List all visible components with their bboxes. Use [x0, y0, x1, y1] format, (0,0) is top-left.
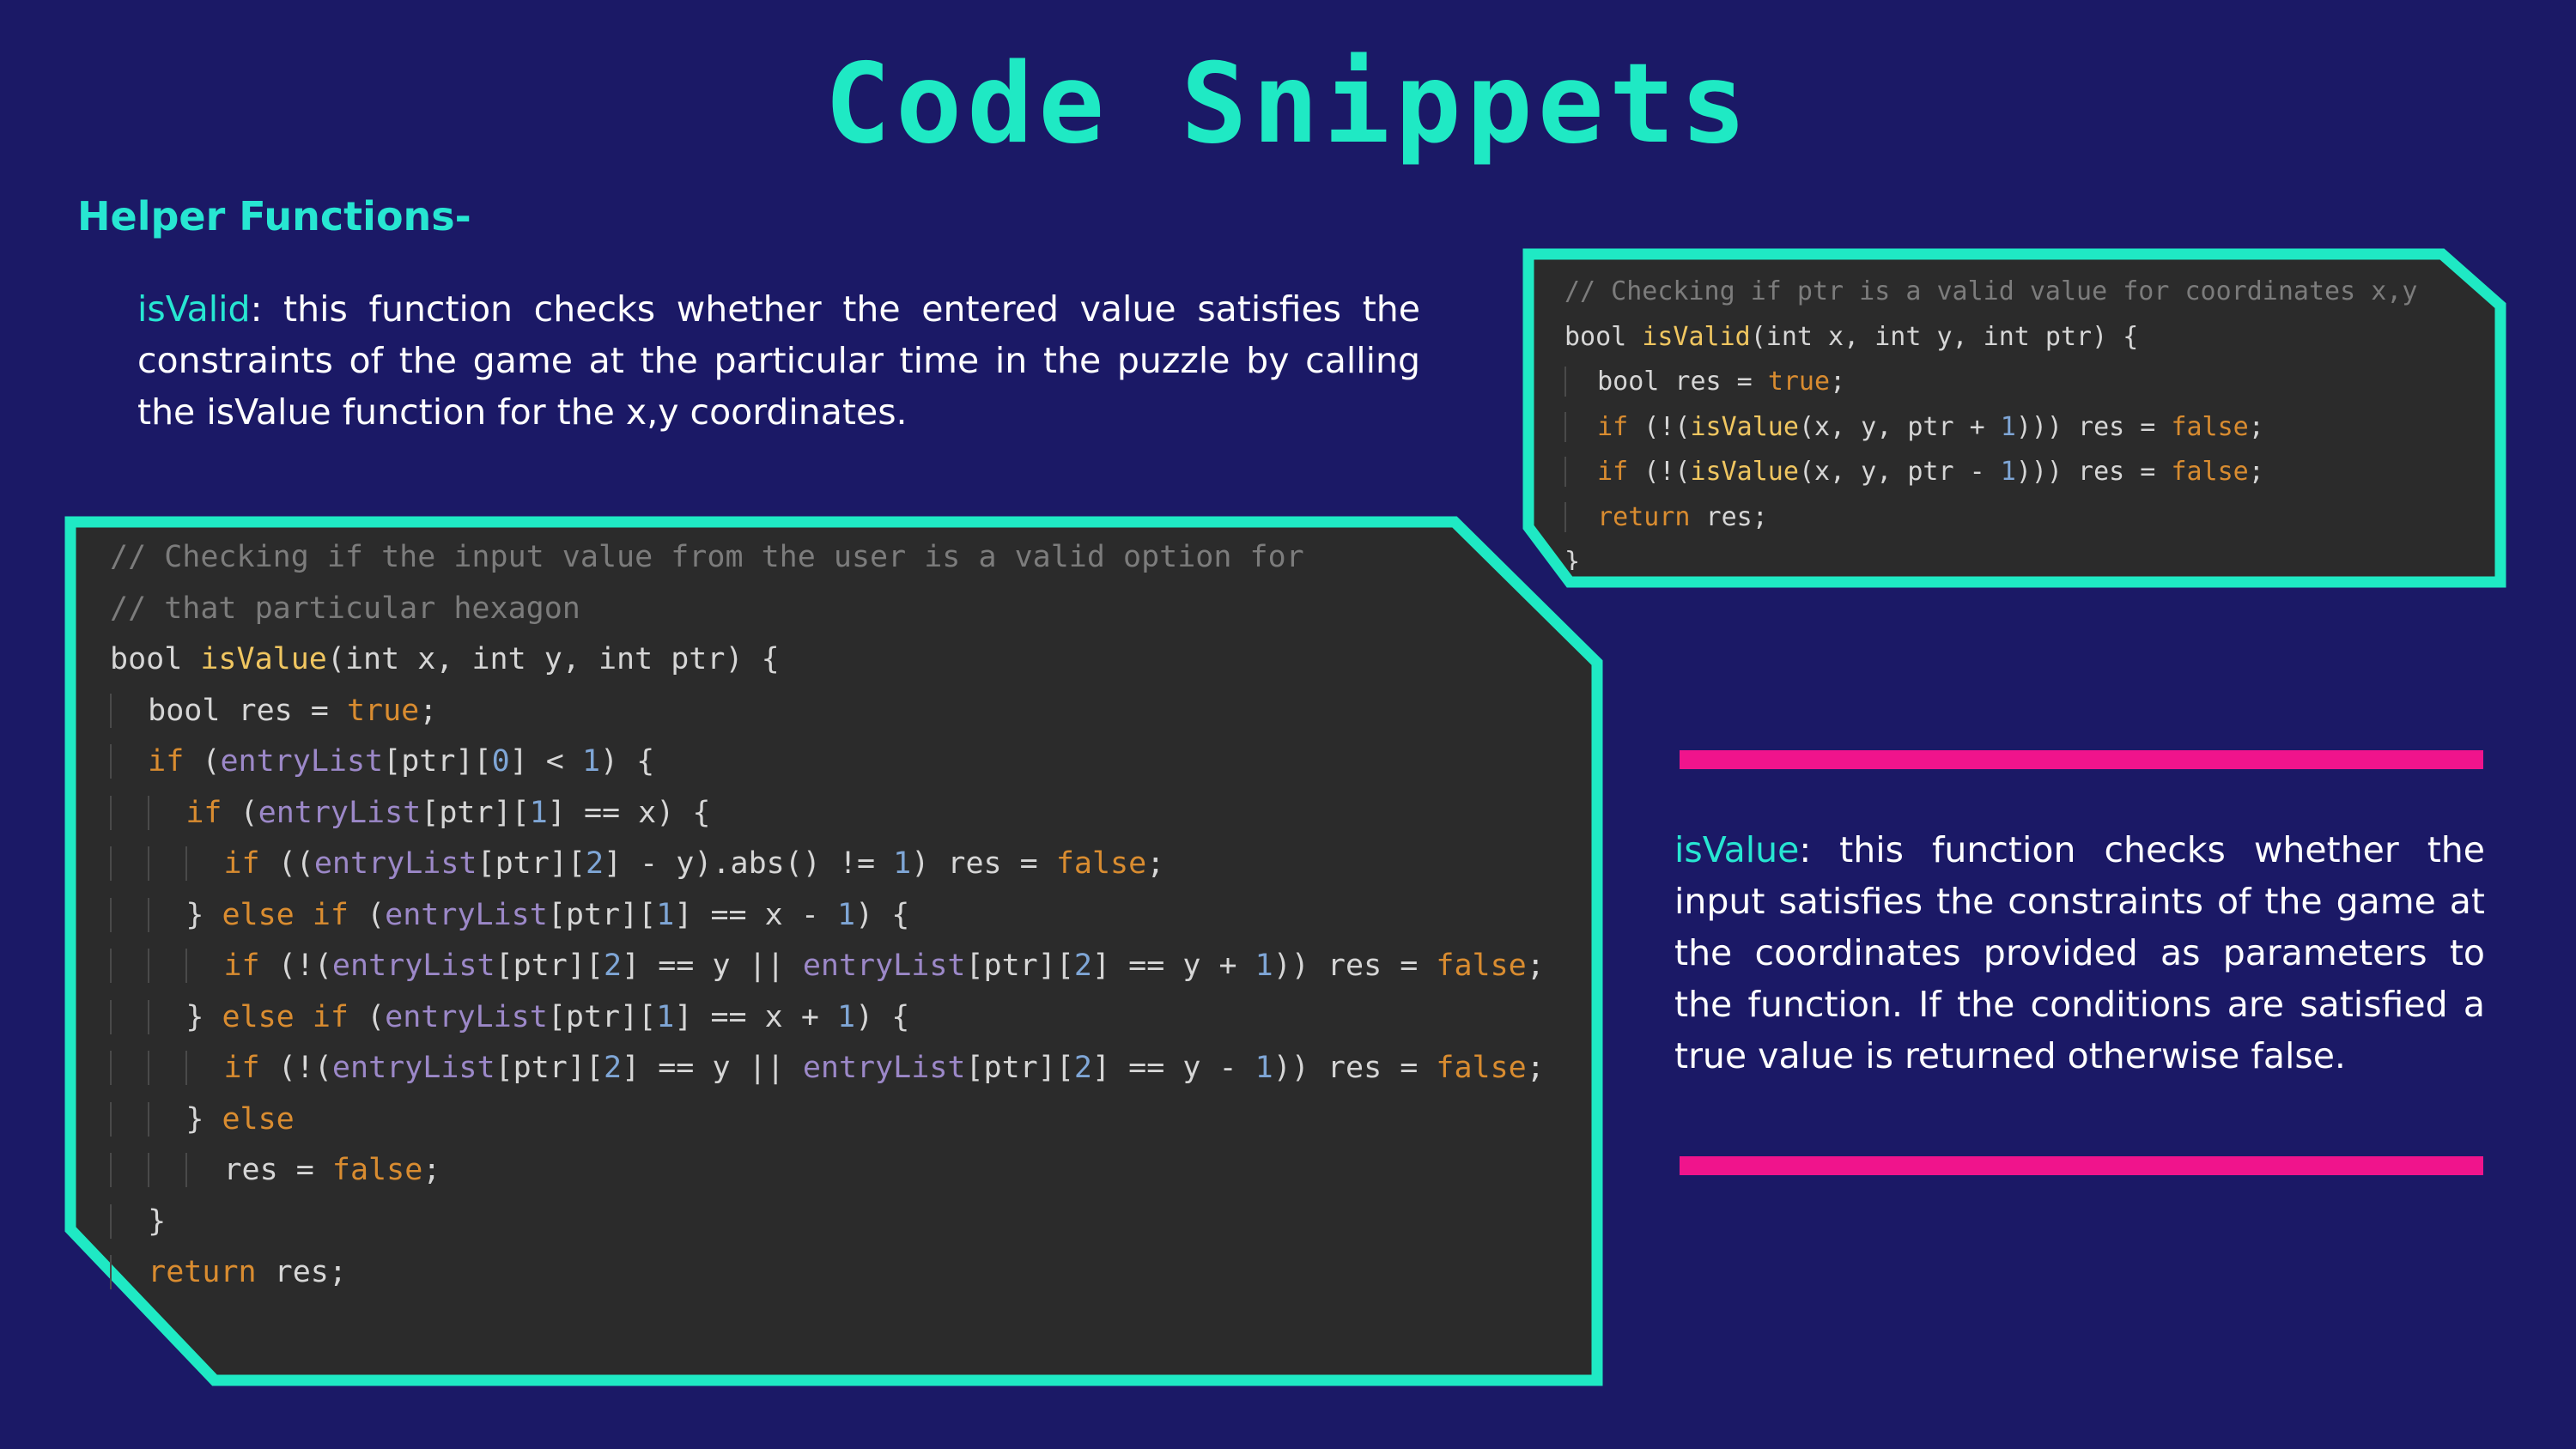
isvalue-code-line: if (entryList[ptr][0] < 1) { [110, 737, 1595, 788]
isvalue-code-line: } [110, 1197, 1595, 1248]
isvalue-code-line: bool res = true; [110, 686, 1595, 737]
pink-divider-bottom [1680, 1156, 2483, 1175]
isvalue-code-line: if ((entryList[ptr][2] - y).abs() != 1) … [110, 839, 1595, 890]
isvalue-description: isValue: this function checks whether th… [1674, 824, 2485, 1082]
pink-divider-top [1680, 750, 2483, 769]
isvalid-code-line: if (!(isValue(x, y, ptr + 1))) res = fal… [1564, 405, 2475, 451]
isvalue-code-line: return res; [110, 1247, 1595, 1299]
isvalue-code-line: res = false; [110, 1145, 1595, 1197]
isvalid-description: isValid: this function checks whether th… [137, 283, 1420, 438]
isvalue-code-line: } else if (entryList[ptr][1] == x + 1) { [110, 992, 1595, 1044]
isvalid-code-line: if (!(isValue(x, y, ptr - 1))) res = fal… [1564, 450, 2475, 495]
section-heading: Helper Functions- [77, 193, 471, 239]
isvalue-code-block: // Checking if the input value from the … [110, 532, 1595, 1356]
isvalid-code-snippet: // Checking if ptr is a valid value for … [1522, 247, 2509, 589]
isvalid-description-text: : this function checks whether the enter… [137, 288, 1420, 433]
isvalue-code-line: if (!(entryList[ptr][2] == y || entryLis… [110, 941, 1595, 992]
isvalid-code-line: } [1564, 547, 1581, 570]
isvalue-code-line: if (!(entryList[ptr][2] == y || entryLis… [110, 1043, 1595, 1094]
isvalid-code-block: // Checking if ptr is a valid value for … [1564, 270, 2475, 570]
isvalid-keyword: isValid [137, 288, 251, 330]
isvalid-code-line: return res; [1564, 495, 2475, 541]
isvalue-keyword: isValue [1674, 829, 1800, 870]
isvalid-code-line: bool isValid(int x, int y, int ptr) { [1564, 321, 2139, 352]
isvalue-code-line: // Checking if the input value from the … [110, 540, 1304, 574]
slide-title: Code Snippets [824, 40, 1752, 168]
isvalue-code-line: bool isValue(int x, int y, int ptr) { [110, 642, 780, 676]
isvalue-code-line: if (entryList[ptr][1] == x) { [110, 788, 1595, 840]
isvalue-code-line: } else if (entryList[ptr][1] == x - 1) { [110, 890, 1595, 942]
isvalue-code-line: } else [110, 1094, 1595, 1146]
isvalue-code-snippet: // Checking if the input value from the … [64, 515, 1609, 1389]
isvalid-code-line: bool res = true; [1564, 360, 2475, 405]
isvalue-code-line: // that particular hexagon [110, 591, 580, 626]
isvalid-code-line: // Checking if ptr is a valid value for … [1564, 276, 2418, 306]
